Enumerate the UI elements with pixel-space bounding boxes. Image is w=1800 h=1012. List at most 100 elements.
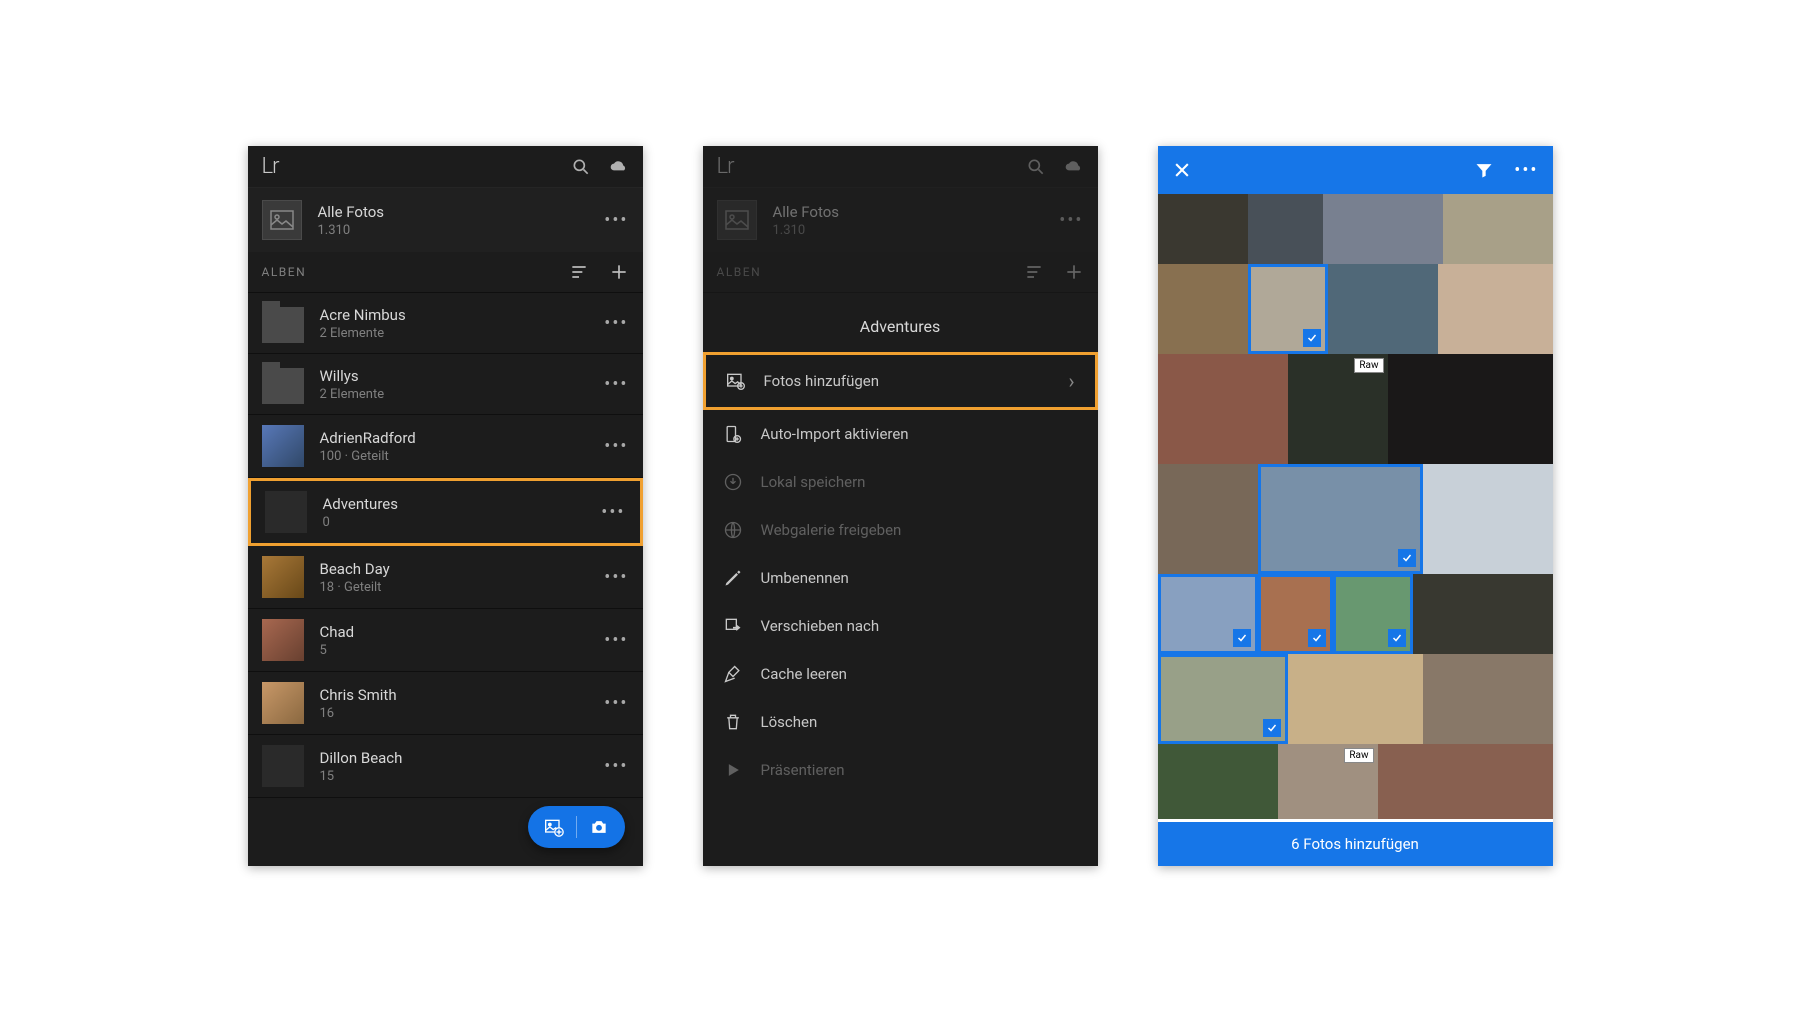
album-thumbnail [262, 745, 304, 787]
all-photos-title: Alle Fotos [773, 203, 1044, 221]
cloud-icon [1064, 157, 1084, 177]
gallery-photo[interactable] [1438, 264, 1553, 354]
more-icon[interactable]: ••• [604, 313, 628, 334]
search-icon[interactable] [571, 157, 591, 177]
album-row[interactable]: AdrienRadford100 · Geteilt••• [248, 415, 643, 478]
gallery-photo[interactable] [1158, 264, 1248, 354]
gallery-photo[interactable] [1333, 574, 1413, 654]
gallery-photo[interactable] [1378, 744, 1553, 819]
more-icon[interactable]: ••• [604, 374, 628, 395]
add-photo-fab[interactable] [528, 806, 625, 848]
menu-item-add-photo[interactable]: Fotos hinzufügen › [703, 352, 1098, 410]
album-row[interactable]: Chad5••• [248, 609, 643, 672]
gallery-photo[interactable] [1158, 464, 1258, 574]
lightroom-albums-screen: Lr Alle Fotos 1.310 ••• ALBEN [248, 146, 643, 866]
album-name: Willys [320, 367, 589, 385]
gallery-photo[interactable] [1423, 654, 1553, 744]
more-icon[interactable]: ••• [604, 210, 628, 231]
gallery-photo[interactable] [1158, 654, 1288, 744]
gallery-photo[interactable] [1413, 574, 1553, 654]
sort-icon [1024, 262, 1044, 282]
app-logo: Lr [717, 154, 734, 179]
gallery-photo[interactable] [1158, 354, 1288, 464]
more-icon[interactable]: ••• [604, 693, 628, 714]
more-icon[interactable]: ••• [604, 630, 628, 651]
menu-item-globe: Webgalerie freigeben [703, 506, 1098, 554]
raw-badge: Raw [1344, 748, 1373, 763]
add-photos-button[interactable]: 6 Fotos hinzufügen [1158, 822, 1553, 866]
more-icon[interactable]: ••• [604, 756, 628, 777]
context-menu-title: Adventures [703, 293, 1098, 352]
menu-item-trash[interactable]: Löschen [703, 698, 1098, 746]
menu-item-label: Präsentieren [761, 761, 845, 779]
album-thumbnail [262, 619, 304, 661]
all-photos-count: 1.310 [773, 223, 1044, 238]
more-icon[interactable]: ••• [1514, 160, 1538, 181]
gallery-photo[interactable] [1423, 464, 1553, 574]
search-icon [1026, 157, 1046, 177]
album-subtitle: 2 Elemente [320, 326, 589, 341]
app-header: Lr [703, 146, 1098, 188]
album-row[interactable]: Dillon Beach15••• [248, 735, 643, 798]
add-album-icon[interactable] [609, 262, 629, 282]
chevron-right-icon: › [1068, 369, 1074, 393]
album-row[interactable]: Acre Nimbus2 Elemente••• [248, 293, 643, 354]
all-photos-icon [262, 200, 302, 240]
raw-badge: Raw [1354, 358, 1383, 373]
trash-icon [723, 712, 743, 732]
gallery-photo[interactable] [1443, 194, 1553, 264]
section-title: ALBEN [717, 265, 762, 279]
gallery-photo[interactable] [1158, 574, 1258, 654]
menu-item-label: Umbenennen [761, 569, 849, 587]
move-icon [723, 616, 743, 636]
filter-icon[interactable] [1474, 160, 1494, 180]
menu-item-auto-import[interactable]: Auto-Import aktivieren [703, 410, 1098, 458]
all-photos-count: 1.310 [318, 223, 589, 238]
app-logo: Lr [262, 154, 279, 179]
album-row[interactable]: Beach Day18 · Geteilt••• [248, 546, 643, 609]
lightroom-album-menu-screen: Lr Alle Fotos 1.310 ••• ALBEN [703, 146, 1098, 866]
all-photos-row[interactable]: Alle Fotos 1.310 ••• [248, 188, 643, 252]
album-row[interactable]: Chris Smith16••• [248, 672, 643, 735]
gallery-photo[interactable] [1248, 194, 1323, 264]
gallery-photo[interactable] [1258, 464, 1423, 574]
menu-item-pencil[interactable]: Umbenennen [703, 554, 1098, 602]
check-icon [1308, 629, 1326, 647]
album-row[interactable]: Willys2 Elemente••• [248, 354, 643, 415]
menu-item-play: Präsentieren [703, 746, 1098, 794]
menu-item-move[interactable]: Verschieben nach [703, 602, 1098, 650]
gallery-photo[interactable] [1248, 264, 1328, 354]
sort-icon[interactable] [569, 262, 589, 282]
menu-item-label: Löschen [761, 713, 818, 731]
gallery-photo[interactable] [1328, 264, 1438, 354]
photo-grid[interactable]: Raw Raw [1158, 194, 1553, 822]
more-icon[interactable]: ••• [601, 502, 625, 523]
album-row[interactable]: Adventures0••• [248, 478, 643, 546]
album-name: Beach Day [320, 560, 589, 578]
gallery-photo[interactable]: Raw [1288, 354, 1388, 464]
add-photo-icon [726, 371, 746, 391]
cloud-icon[interactable] [609, 157, 629, 177]
close-icon[interactable] [1172, 160, 1192, 180]
folder-icon [262, 368, 304, 404]
check-icon [1303, 329, 1321, 347]
all-photos-row: Alle Fotos 1.310 ••• [703, 188, 1098, 252]
menu-item-label: Webgalerie freigeben [761, 521, 902, 539]
menu-item-broom[interactable]: Cache leeren [703, 650, 1098, 698]
album-subtitle: 100 · Geteilt [320, 449, 589, 464]
gallery-photo[interactable] [1323, 194, 1443, 264]
gallery-photo[interactable] [1288, 654, 1423, 744]
gallery-photo[interactable] [1258, 574, 1333, 654]
gallery-photo[interactable]: Raw [1278, 744, 1378, 819]
gallery-photo[interactable] [1158, 744, 1278, 819]
menu-item-label: Auto-Import aktivieren [761, 425, 909, 443]
gallery-photo[interactable] [1388, 354, 1553, 464]
check-icon [1388, 629, 1406, 647]
menu-item-label: Cache leeren [761, 665, 847, 683]
more-icon[interactable]: ••• [604, 436, 628, 457]
gallery-row: Raw [1158, 354, 1553, 464]
gallery-photo[interactable] [1158, 194, 1248, 264]
all-photos-title: Alle Fotos [318, 203, 589, 221]
menu-item-label: Fotos hinzufügen [764, 372, 880, 390]
more-icon[interactable]: ••• [604, 567, 628, 588]
